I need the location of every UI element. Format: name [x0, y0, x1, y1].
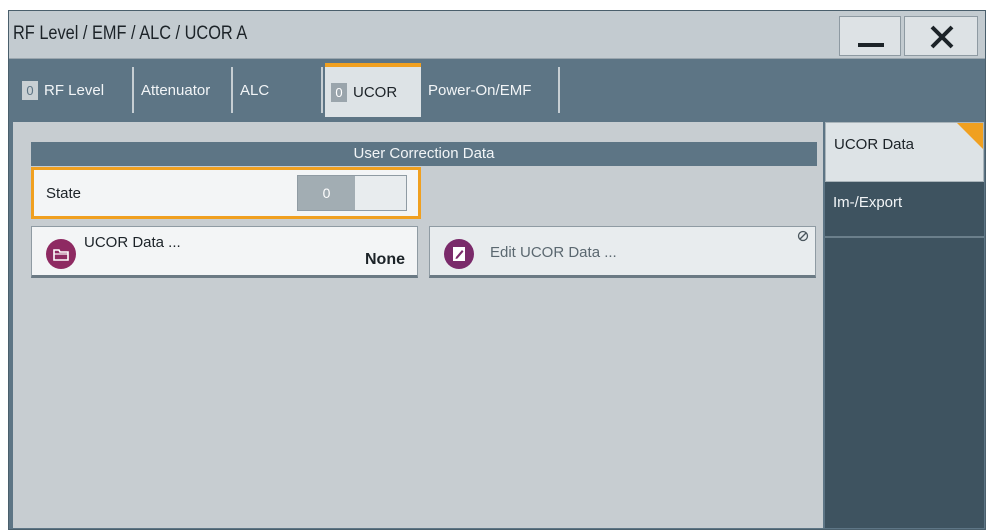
side-item-ucor-data[interactable]: UCOR Data — [825, 122, 984, 182]
edit-ucor-data-button[interactable]: Edit UCOR Data ... — [429, 226, 816, 278]
tab-power-on-emf[interactable]: Power-On/EMF — [423, 67, 560, 113]
active-marker — [957, 123, 983, 149]
side-item-label: UCOR Data — [834, 136, 915, 153]
minimize-button[interactable] — [839, 16, 901, 56]
dialog-window: RF Level / EMF / ALC / UCOR A 0 RF Level… — [8, 10, 986, 530]
side-panel: UCOR Data Im-/Export — [825, 122, 984, 528]
tab-bar: 0 RF Level Attenuator ALC 0 UCOR Power-O… — [9, 60, 985, 122]
window-title: RF Level / EMF / ALC / UCOR A — [13, 23, 248, 44]
tab-label: ALC — [240, 81, 270, 99]
ucor-data-value: None — [365, 251, 405, 268]
side-item-im-export[interactable]: Im-/Export — [825, 183, 984, 238]
title-bar: RF Level / EMF / ALC / UCOR A — [9, 11, 985, 59]
state-toggle[interactable]: 0 — [297, 175, 407, 211]
tab-label: Power-On/EMF — [428, 81, 532, 99]
ucor-data-button[interactable]: UCOR Data ... None — [31, 226, 418, 278]
tab-rf-level[interactable]: 0 RF Level — [16, 67, 134, 113]
ucor-data-label: UCOR Data ... — [84, 234, 181, 251]
tab-label: RF Level — [44, 81, 105, 99]
tab-alc[interactable]: ALC — [235, 67, 323, 113]
edit-ucor-data-label: Edit UCOR Data ... — [490, 244, 617, 261]
edit-document-icon — [444, 239, 474, 269]
content-area: User Correction Data State 0 UCOR Data .… — [13, 122, 823, 528]
minimize-icon — [858, 43, 884, 47]
tab-state-indicator: 0 — [22, 80, 38, 100]
state-toggle-knob: 0 — [298, 176, 355, 210]
close-button[interactable] — [904, 16, 978, 56]
section-header: User Correction Data — [31, 142, 817, 166]
disabled-icon — [797, 230, 809, 242]
state-field[interactable]: State 0 — [31, 167, 421, 219]
tab-label: UCOR — [353, 83, 398, 101]
tab-state-indicator: 0 — [331, 82, 347, 102]
folder-icon — [46, 239, 76, 269]
tab-ucor[interactable]: 0 UCOR — [325, 63, 421, 117]
tab-attenuator[interactable]: Attenuator — [136, 67, 233, 113]
close-icon — [930, 25, 954, 49]
tab-label: Attenuator — [141, 81, 211, 99]
side-item-label: Im-/Export — [833, 194, 903, 211]
state-label: State — [46, 185, 82, 202]
